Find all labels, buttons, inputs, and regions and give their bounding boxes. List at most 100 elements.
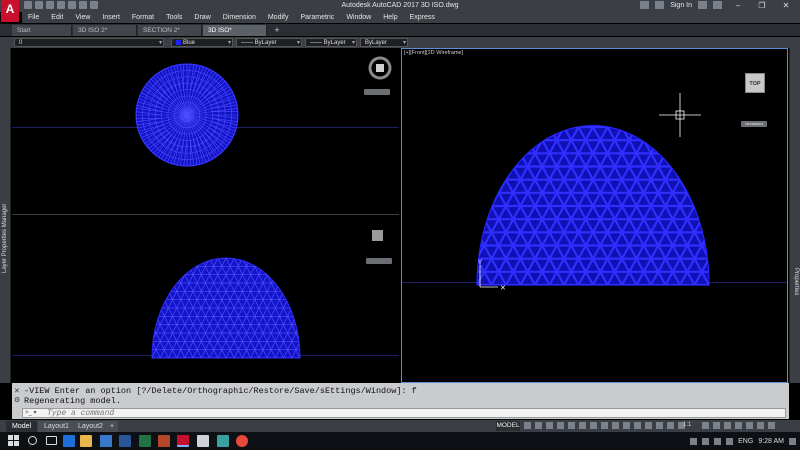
menu-window[interactable]: Window: [340, 12, 377, 23]
status-bar: Model Layout1 Layout2 + MODEL 1:1: [0, 420, 800, 432]
excel-icon[interactable]: [139, 435, 151, 447]
menu-help[interactable]: Help: [377, 12, 403, 23]
model-space-button[interactable]: MODEL: [496, 421, 520, 431]
lineweight-dropdown[interactable]: —— ByLayer ▾: [305, 38, 357, 47]
osnap-icon[interactable]: [579, 422, 586, 429]
volume-icon[interactable]: [714, 437, 722, 445]
viewport-bottom-left[interactable]: [12, 216, 399, 382]
isodraft-icon[interactable]: [568, 422, 575, 429]
viewport-right-active[interactable]: [+][Front][2D Wireframe] Y ✕ TOP Unnamed: [401, 48, 788, 383]
menu-file[interactable]: File: [22, 12, 45, 23]
tab-3d-iso[interactable]: 3D ISO*: [203, 25, 267, 36]
ucs-menu-button[interactable]: Unnamed: [741, 121, 767, 127]
minimize-button[interactable]: –: [726, 0, 750, 12]
chevron-down-icon: ▾: [296, 40, 300, 46]
grid-icon[interactable]: [524, 422, 531, 429]
word-icon[interactable]: [119, 435, 131, 447]
autodesk-app-store-icon[interactable]: [698, 1, 707, 9]
add-layout-button[interactable]: +: [106, 421, 119, 432]
otrack-icon[interactable]: [590, 422, 597, 429]
annotation-scale[interactable]: 1:1: [683, 422, 691, 428]
menu-parametric[interactable]: Parametric: [294, 12, 340, 23]
tab-section-2[interactable]: SECTION 2*: [138, 25, 202, 36]
windows-start-icon[interactable]: [8, 435, 20, 447]
ucs-menu-icon[interactable]: [366, 258, 392, 264]
dynamic-ucs-icon[interactable]: [645, 422, 652, 429]
polar-icon[interactable]: [557, 422, 564, 429]
sign-in-link[interactable]: Sign In: [670, 2, 692, 9]
wrench-icon[interactable]: ⚙: [14, 396, 20, 404]
viewcube-face-icon[interactable]: [372, 230, 383, 241]
store-icon[interactable]: [100, 435, 112, 447]
help-icon[interactable]: [713, 1, 722, 9]
color-dropdown[interactable]: Blue ▾: [171, 38, 233, 47]
powerpoint-icon[interactable]: [158, 435, 170, 447]
layout-tab-layout1[interactable]: Layout1: [38, 421, 75, 432]
task-view-icon[interactable]: [46, 436, 57, 445]
menu-express[interactable]: Express: [404, 12, 441, 23]
menu-tools[interactable]: Tools: [160, 12, 188, 23]
layout-tab-model[interactable]: Model: [6, 421, 38, 432]
snap-icon[interactable]: [535, 422, 542, 429]
network-icon[interactable]: [702, 437, 710, 445]
battery-icon[interactable]: [726, 437, 734, 445]
menu-draw[interactable]: Draw: [188, 12, 216, 23]
calculator-icon[interactable]: [197, 435, 209, 447]
menu-edit[interactable]: Edit: [45, 12, 69, 23]
layer-dropdown[interactable]: 0 ▾: [14, 38, 164, 47]
notifications-icon[interactable]: [789, 437, 796, 445]
plus-icon[interactable]: [713, 422, 720, 429]
viewport-top-left[interactable]: [12, 48, 399, 215]
command-input[interactable]: [47, 409, 767, 417]
selection-cycling-icon[interactable]: [623, 422, 630, 429]
tab-3d-iso-2[interactable]: 3D ISO 2*: [73, 25, 137, 36]
menu-modify[interactable]: Modify: [262, 12, 295, 23]
compass-icon[interactable]: [368, 56, 392, 80]
tab-start[interactable]: Start: [12, 25, 72, 36]
annotation-visibility-icon[interactable]: [656, 422, 663, 429]
chevron-down-icon: ▾: [402, 40, 406, 46]
plotstyle-dropdown[interactable]: ByLayer ▾: [360, 38, 408, 47]
search-icon[interactable]: [640, 1, 650, 9]
lineweight-icon[interactable]: [601, 422, 608, 429]
ucs-menu-icon[interactable]: [364, 89, 390, 95]
menu-insert[interactable]: Insert: [96, 12, 126, 23]
command-prompt-icon[interactable]: >_ ▾: [25, 409, 37, 417]
hardware-acceleration-icon[interactable]: [746, 422, 753, 429]
autocad-taskbar-icon[interactable]: [177, 435, 189, 447]
close-icon[interactable]: ✕: [14, 387, 20, 395]
menu-view[interactable]: View: [69, 12, 96, 23]
menu-format[interactable]: Format: [126, 12, 160, 23]
isolate-objects-icon[interactable]: [735, 422, 742, 429]
edge-browser-icon[interactable]: [63, 435, 75, 447]
dome-main-view: Y ✕: [476, 93, 710, 292]
workspace-icon[interactable]: [724, 422, 731, 429]
chevron-up-icon[interactable]: [690, 437, 698, 445]
layout-tab-layout2[interactable]: Layout2: [72, 421, 109, 432]
ortho-icon[interactable]: [546, 422, 553, 429]
clock[interactable]: 9:28 AM: [758, 438, 784, 445]
language-indicator[interactable]: ENG: [738, 438, 753, 445]
close-button[interactable]: ✕: [774, 0, 798, 12]
properties-palette[interactable]: Properties: [789, 48, 800, 383]
viewcube[interactable]: [372, 230, 383, 241]
viewcube-top-face[interactable]: TOP: [745, 73, 765, 93]
clean-screen-icon[interactable]: [757, 422, 764, 429]
search-icon[interactable]: [28, 436, 37, 445]
new-tab-button[interactable]: +: [270, 25, 284, 36]
restore-button[interactable]: ❐: [750, 0, 774, 12]
viewcube[interactable]: [368, 56, 392, 82]
layer-properties-palette[interactable]: Layer Properties Manager: [0, 48, 11, 383]
linetype-dropdown[interactable]: —— ByLayer ▾: [236, 38, 302, 47]
app-icon[interactable]: [217, 435, 229, 447]
chrome-icon[interactable]: [236, 435, 248, 447]
file-explorer-icon[interactable]: [80, 435, 92, 447]
auto-scale-icon[interactable]: [667, 422, 674, 429]
lineweight-value: ——: [310, 40, 324, 46]
transparency-icon[interactable]: [612, 422, 619, 429]
customization-icon[interactable]: [768, 422, 775, 429]
gear-icon[interactable]: [702, 422, 709, 429]
application-menu-button[interactable]: A: [1, 0, 19, 22]
menu-dimension[interactable]: Dimension: [217, 12, 262, 23]
3d-osnap-icon[interactable]: [634, 422, 641, 429]
